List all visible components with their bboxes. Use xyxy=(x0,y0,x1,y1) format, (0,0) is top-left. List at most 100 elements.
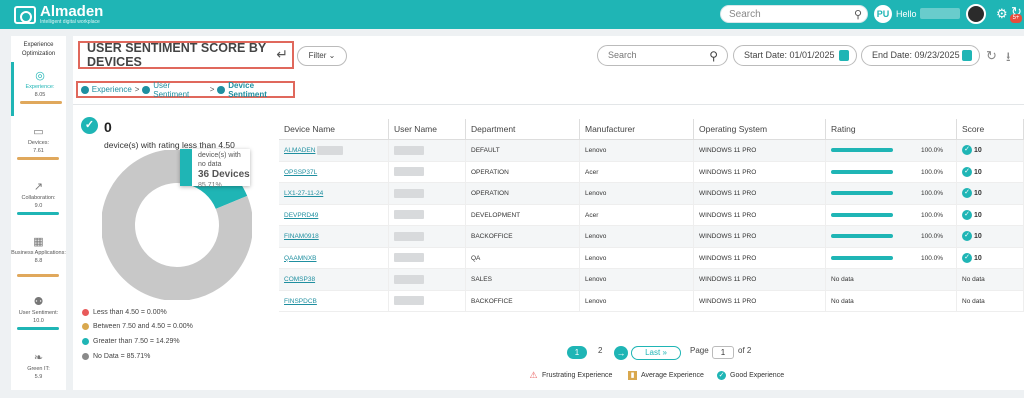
device-name-link[interactable]: QAAMNXB xyxy=(284,255,317,262)
table-cell: QAAMNXB xyxy=(279,247,389,268)
device-name-link[interactable]: OPSSP37L xyxy=(284,169,317,176)
column-header[interactable]: Operating System xyxy=(694,119,826,139)
breadcrumb-experience[interactable]: Experience xyxy=(92,85,132,94)
breadcrumb-user-sentiment[interactable]: User Sentiment xyxy=(153,81,207,99)
legend-dot xyxy=(82,353,89,360)
table-cell xyxy=(389,247,466,268)
table-cell: ✓ 10 xyxy=(957,204,1024,225)
legend-label: Less than 4.50 = 0.00% xyxy=(93,309,167,316)
app-logo[interactable]: Almaden Intelligent digital workplace xyxy=(14,4,103,25)
pie-icon xyxy=(142,85,151,94)
device-table: Device Name User Name Department Manufactur… xyxy=(279,119,1024,312)
column-header[interactable]: Device Name xyxy=(279,119,389,139)
user-photo-avatar[interactable] xyxy=(966,4,986,24)
page-2-button[interactable]: 2 xyxy=(598,346,602,355)
column-header[interactable]: User Name xyxy=(389,119,466,139)
rating-bar xyxy=(831,212,893,217)
table-cell: WINDOWS 11 PRO xyxy=(694,161,826,182)
legend-frustrating: ⚠ Frustrating Experience xyxy=(529,371,612,380)
global-search-input[interactable]: Search ⚲ xyxy=(720,5,868,23)
device-name-link[interactable]: FINAM0918 xyxy=(284,233,319,240)
table-row[interactable]: COMSP38 SALES Lenovo WINDOWS 11 PRO No data N… xyxy=(279,269,1024,291)
table-cell: WINDOWS 11 PRO xyxy=(694,247,826,268)
legend-label: No Data = 85.71% xyxy=(93,353,151,360)
department-value: BACKOFFICE xyxy=(471,233,513,240)
rating-bar xyxy=(831,234,893,239)
user-initials-avatar[interactable]: PU xyxy=(874,5,892,23)
table-row[interactable]: FINSPDCB BACKOFFICE Lenovo WINDOWS 11 PRO No… xyxy=(279,290,1024,312)
department-value: DEFAULT xyxy=(471,147,500,154)
chart-legend-item[interactable]: Between 7.50 and 4.50 = 0.00% xyxy=(82,323,193,330)
sidebar-item-2[interactable]: ↗ Collaboration: 9.0 xyxy=(11,173,66,227)
next-page-icon[interactable]: → xyxy=(614,346,628,360)
os-value: WINDOWS 11 PRO xyxy=(699,276,757,283)
start-date-picker[interactable]: Start Date: 01/01/2025 xyxy=(733,45,857,66)
manufacturer-value: Lenovo xyxy=(585,297,607,305)
table-search-input[interactable]: Search ⚲ xyxy=(597,45,728,66)
manufacturer-value: Lenovo xyxy=(585,233,607,240)
filter-button[interactable]: Filter ⌄ xyxy=(297,46,347,66)
table-row[interactable]: DEVPRD49 DEVELOPMENT Acer WINDOWS 11 PRO 100… xyxy=(279,204,1024,226)
device-name-link[interactable]: FINSPDCB xyxy=(284,298,317,305)
table-row[interactable]: QAAMNXB QA Lenovo WINDOWS 11 PRO 100.0% ✓ 10 xyxy=(279,247,1024,269)
page-number-input[interactable]: 1 xyxy=(712,346,734,359)
pie-icon xyxy=(217,85,226,94)
low-rating-count: 0 xyxy=(104,119,112,135)
download-icon[interactable]: ⭳ xyxy=(1006,48,1011,70)
sidebar-item-0[interactable]: ◎ Experience: 8.05 xyxy=(11,62,66,116)
table-cell: Lenovo xyxy=(580,226,694,247)
table-cell xyxy=(389,161,466,182)
page-1-button[interactable]: 1 xyxy=(567,346,587,359)
donut-tooltip: device(s) with no data 36 Devices 85.71% xyxy=(180,149,250,189)
end-date-picker[interactable]: End Date: 09/23/2025 xyxy=(861,45,980,66)
gear-icon[interactable]: ⚙ xyxy=(996,6,1008,22)
table-cell: BACKOFFICE xyxy=(466,226,580,247)
user-name-redacted xyxy=(394,253,424,263)
table-row[interactable]: FINAM0918 BACKOFFICE Lenovo WINDOWS 11 PRO 1… xyxy=(279,226,1024,248)
table-cell: LX1-27-11-24 xyxy=(279,183,389,204)
search-icon[interactable]: ⚲ xyxy=(854,8,862,21)
back-arrow-icon[interactable]: ↵ xyxy=(276,46,288,63)
legend-label: Greater than 7.50 = 14.29% xyxy=(93,338,180,345)
table-cell: ✓ 10 xyxy=(957,140,1024,161)
device-name-link[interactable]: DEVPRD49 xyxy=(284,212,318,219)
last-label: Last xyxy=(645,348,661,357)
sidebar-item-1[interactable]: ▭ Devices: 7.61 xyxy=(11,118,66,172)
table-cell: WINDOWS 11 PRO xyxy=(694,226,826,247)
column-header[interactable]: Rating xyxy=(826,119,957,139)
table-cell: 100.0% xyxy=(826,183,957,204)
chart-legend-item[interactable]: Less than 4.50 = 0.00% xyxy=(82,309,167,316)
table-cell: WINDOWS 11 PRO xyxy=(694,269,826,290)
device-name-link[interactable]: LX1-27-11-24 xyxy=(284,190,323,197)
chart-legend-item[interactable]: No Data = 85.71% xyxy=(82,353,150,360)
device-name-link[interactable]: ALMADEN xyxy=(284,147,315,154)
table-row[interactable]: OPSSP37L OPERATION Acer WINDOWS 11 PRO 100.0… xyxy=(279,161,1024,183)
sidebar-item-3[interactable]: ▦ Business Applications: 8.8 xyxy=(11,228,66,282)
table-cell: DEVPRD49 xyxy=(279,204,389,225)
breadcrumb-separator: > xyxy=(209,85,215,94)
sidebar-item-4[interactable]: ⚉ User Sentiment: 10.0 xyxy=(11,288,66,342)
rating-value: 100.0% xyxy=(921,147,944,154)
column-header[interactable]: Manufacturer xyxy=(580,119,694,139)
chart-legend-item[interactable]: Greater than 7.50 = 14.29% xyxy=(82,338,180,345)
table-cell: Acer xyxy=(580,161,694,182)
search-icon[interactable]: ⚲ xyxy=(709,47,718,66)
table-cell xyxy=(389,269,466,290)
column-header[interactable]: Score xyxy=(957,119,1024,139)
table-cell: WINDOWS 11 PRO xyxy=(694,140,826,161)
rating-value: 100.0% xyxy=(921,190,944,197)
device-name-link[interactable]: COMSP38 xyxy=(284,276,315,283)
rating-value: No data xyxy=(831,276,854,283)
table-row[interactable]: ALMADEN DEFAULT Lenovo WINDOWS 11 PRO 100.0%… xyxy=(279,140,1024,162)
check-circle-icon: ✓ xyxy=(962,188,972,199)
sidebar-item-value: 8.8 xyxy=(34,258,43,264)
table-cell: ALMADEN xyxy=(279,140,389,161)
column-header[interactable]: Department xyxy=(466,119,580,139)
table-row[interactable]: LX1-27-11-24 OPERATION Lenovo WINDOWS 11 PR… xyxy=(279,183,1024,205)
check-circle-icon: ✓ xyxy=(962,145,972,156)
last-page-button[interactable]: Last » xyxy=(631,346,681,360)
refresh-icon[interactable]: ↻ xyxy=(986,48,997,64)
table-cell: FINAM0918 xyxy=(279,226,389,247)
user-name-redacted xyxy=(394,167,424,177)
table-cell: Lenovo xyxy=(580,290,694,311)
